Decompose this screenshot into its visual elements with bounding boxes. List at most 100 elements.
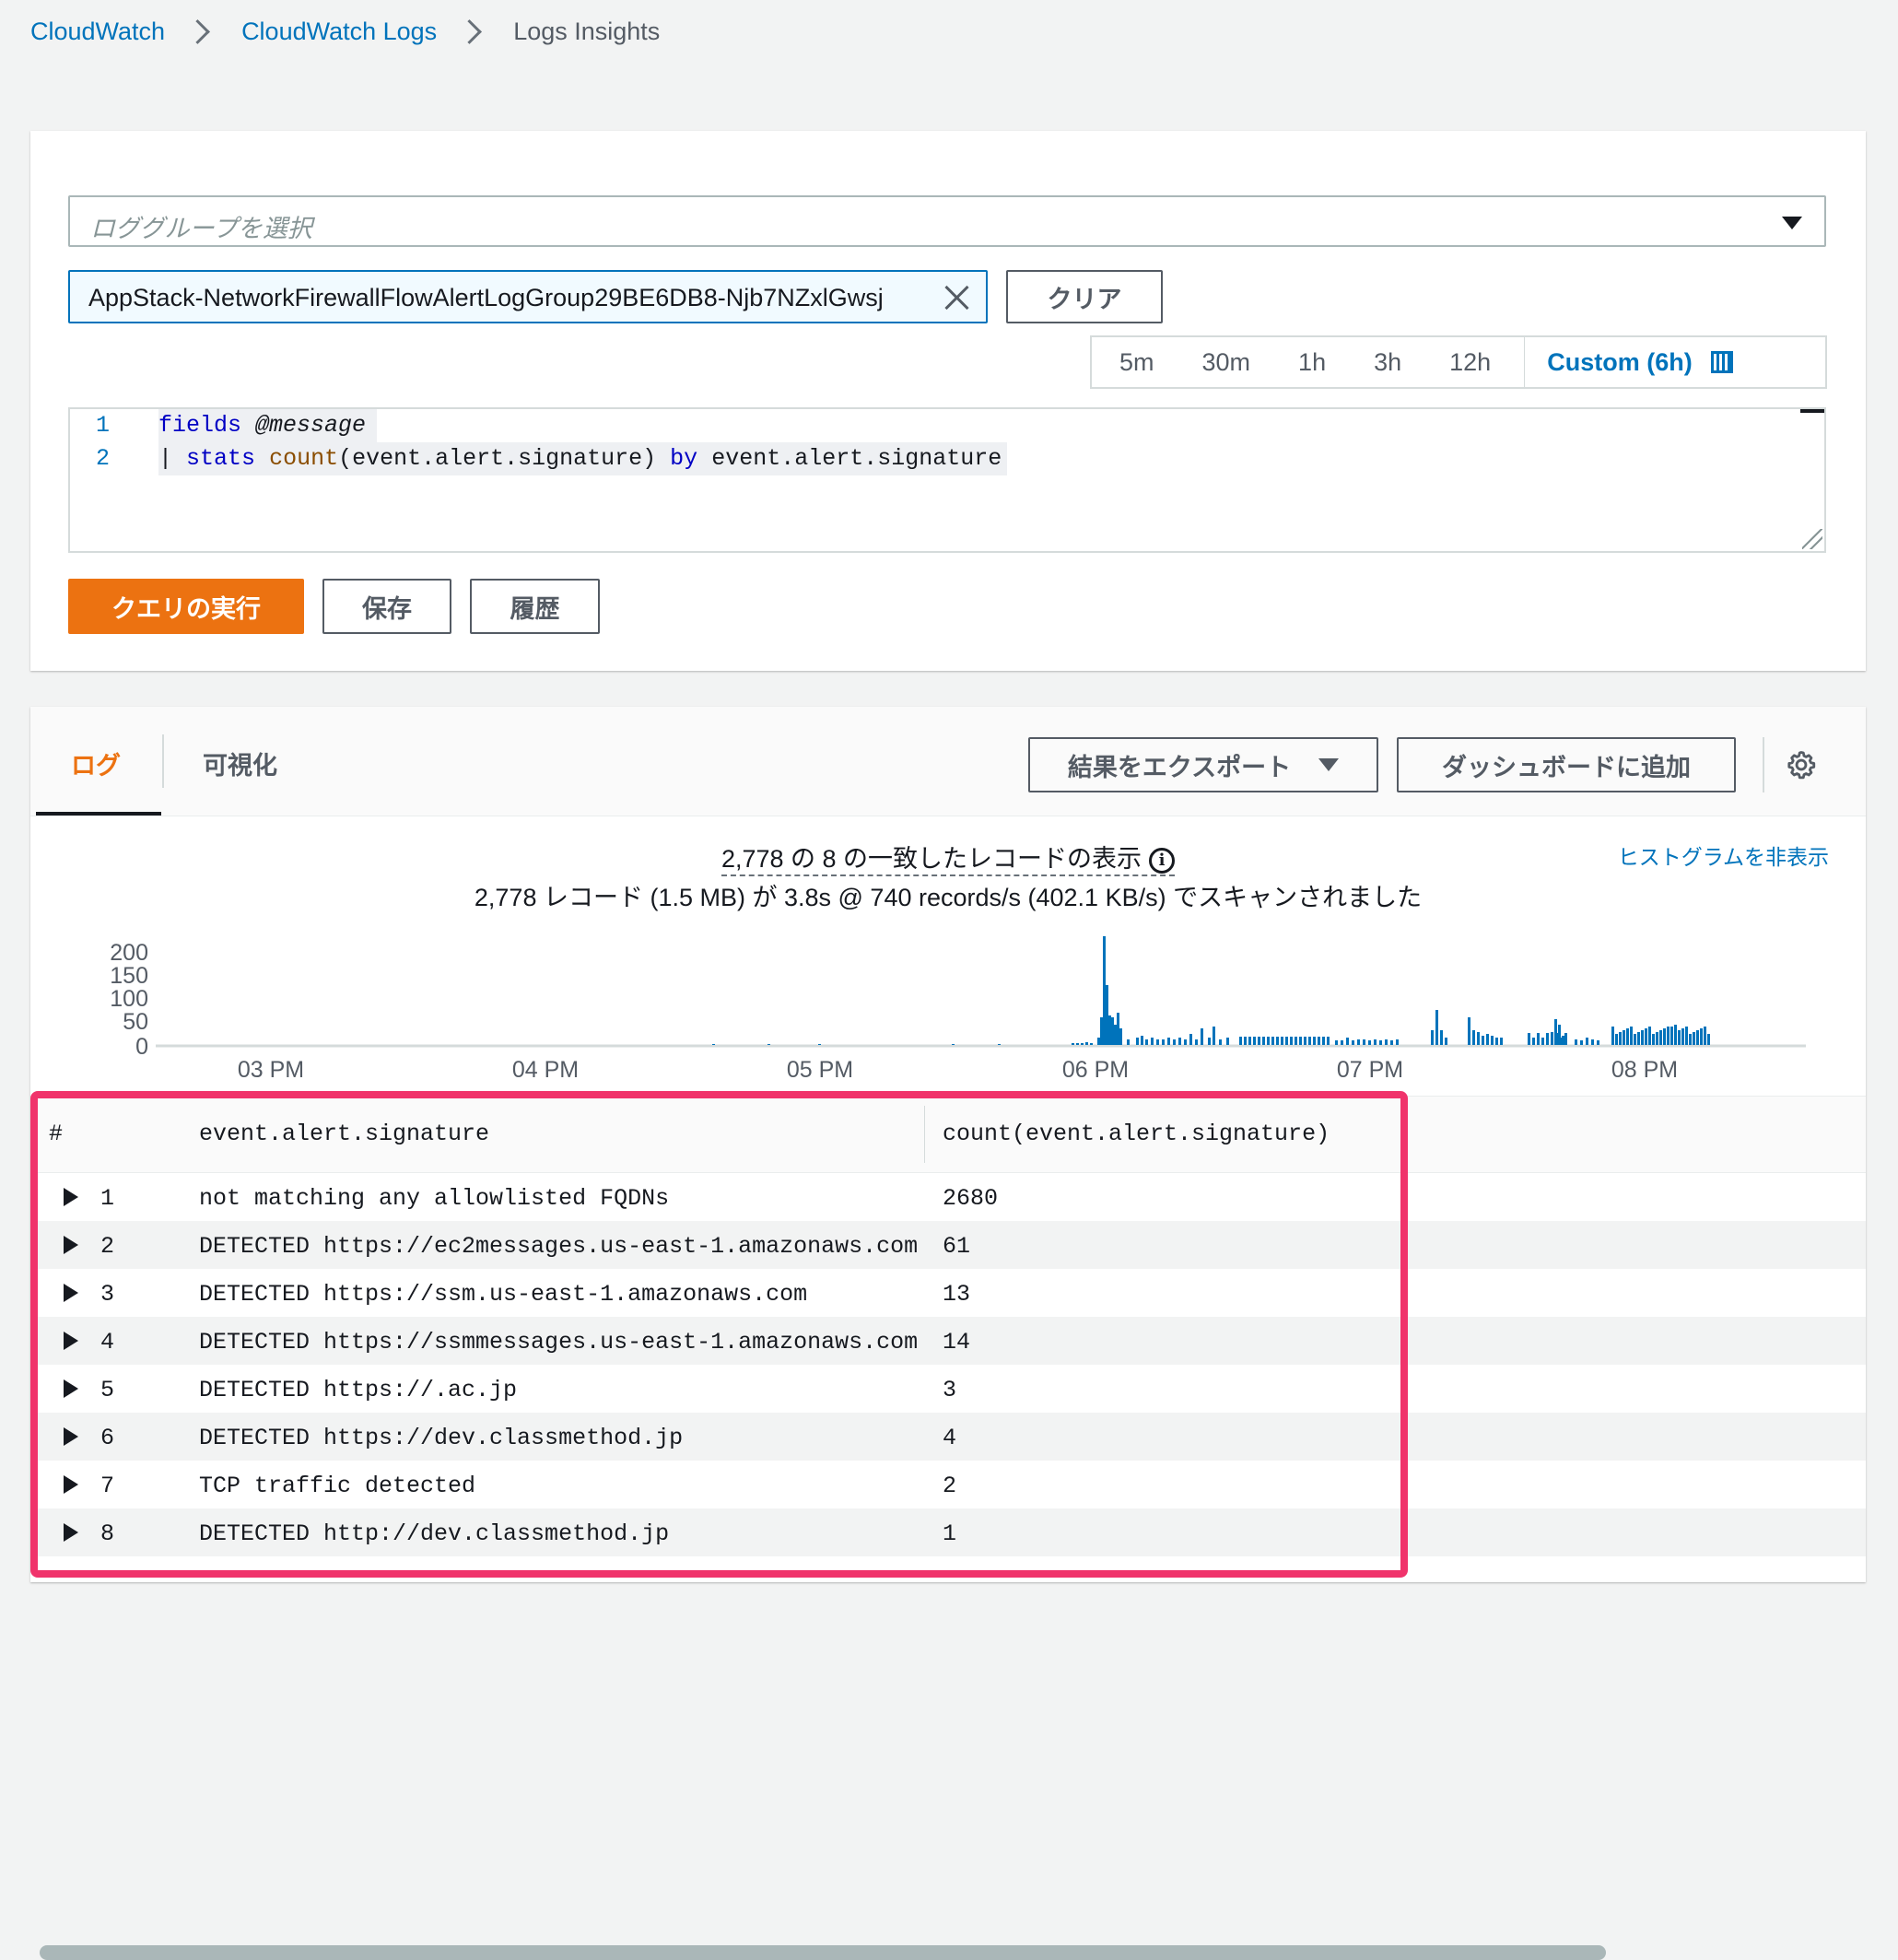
histogram-bar <box>1554 1019 1557 1045</box>
histogram-bar <box>1136 1038 1139 1045</box>
histogram-bar <box>1097 1038 1100 1045</box>
row-index: 1 <box>100 1185 115 1212</box>
export-results-button[interactable]: 結果をエクスポート <box>1028 737 1378 792</box>
histogram-bar <box>1390 1040 1393 1045</box>
histogram-bar <box>1299 1037 1302 1045</box>
expand-row-icon[interactable] <box>64 1188 78 1206</box>
resize-handle-icon[interactable] <box>1802 529 1822 549</box>
close-icon[interactable] <box>942 282 973 313</box>
tab-logs[interactable]: ログ <box>36 707 161 816</box>
gear-icon[interactable] <box>1786 749 1817 780</box>
histogram-bar <box>1440 1030 1443 1045</box>
expand-row-icon[interactable] <box>64 1379 78 1398</box>
history-button[interactable]: 履歴 <box>470 579 600 634</box>
horizontal-scrollbar[interactable] <box>40 1945 1606 1960</box>
histogram-bar <box>1357 1039 1360 1045</box>
histogram-bar <box>1704 1027 1706 1045</box>
histogram-bar <box>952 1044 955 1045</box>
histogram-bar <box>1532 1038 1535 1045</box>
histogram-bar <box>1318 1037 1320 1045</box>
log-group-select[interactable]: ロググループを選択 <box>68 195 1826 247</box>
row-count: 61 <box>943 1233 971 1260</box>
calendar-icon[interactable] <box>1710 351 1733 373</box>
table-row[interactable]: 5 DETECTED https://.ac.jp 3 <box>30 1365 1866 1413</box>
table-row[interactable]: 4 DETECTED https://ssmmessages.us-east-1.… <box>30 1317 1866 1365</box>
histogram-bar <box>1322 1037 1325 1045</box>
histogram-bar <box>1385 1039 1388 1045</box>
histogram-bar <box>1100 1017 1103 1045</box>
line-number-2: 2 <box>96 445 111 472</box>
tab-visualization[interactable]: 可視化 <box>203 745 277 781</box>
column-header-count[interactable]: count(event.alert.signature) <box>943 1121 1330 1147</box>
time-range-12h[interactable]: 12h <box>1449 348 1491 377</box>
histogram-bar <box>1271 1037 1274 1045</box>
clear-button[interactable]: クリア <box>1006 270 1163 323</box>
histogram-bar <box>1103 936 1106 1045</box>
expand-row-icon[interactable] <box>64 1475 78 1494</box>
histogram-bar <box>1346 1038 1349 1045</box>
expand-row-icon[interactable] <box>64 1427 78 1446</box>
row-signature: DETECTED https://ec2messages.us-east-1.a… <box>199 1233 919 1260</box>
toolbar-divider <box>1763 737 1764 792</box>
histogram-bar <box>1667 1028 1670 1045</box>
histogram-bar <box>1276 1037 1279 1045</box>
table-row[interactable]: 2 DETECTED https://ec2messages.us-east-1.… <box>30 1221 1866 1269</box>
histogram-bar <box>1431 1030 1434 1045</box>
x-tick-08pm: 08 PM <box>1611 1057 1678 1080</box>
histogram-bar <box>1145 1039 1148 1045</box>
time-range-3h[interactable]: 3h <box>1374 348 1401 377</box>
editor-line-2[interactable]: | stats count(event.alert.signature) by … <box>158 442 1008 475</box>
histogram-bar <box>1652 1034 1655 1045</box>
save-button[interactable]: 保存 <box>322 579 451 634</box>
table-row[interactable]: 6 DETECTED https://dev.classmethod.jp 4 <box>30 1413 1866 1461</box>
caret-down-icon[interactable] <box>1782 217 1802 229</box>
table-row[interactable]: 8 DETECTED http://dev.classmethod.jp 1 <box>30 1508 1866 1556</box>
breadcrumb-cloudwatch-logs[interactable]: CloudWatch Logs <box>241 18 437 46</box>
time-range-1h[interactable]: 1h <box>1298 348 1326 377</box>
histogram-bar <box>1090 1043 1093 1045</box>
table-row[interactable]: 1 not matching any allowlisted FQDNs 2680 <box>30 1173 1866 1221</box>
histogram-bar <box>1637 1032 1640 1045</box>
time-range-divider <box>1524 337 1526 387</box>
column-header-signature[interactable]: event.alert.signature <box>199 1121 489 1147</box>
breadcrumb-cloudwatch[interactable]: CloudWatch <box>30 18 165 46</box>
time-range-30m[interactable]: 30m <box>1202 348 1251 377</box>
histogram-bar <box>1178 1038 1181 1045</box>
histogram-bar <box>1689 1034 1692 1045</box>
histogram-bar <box>1495 1038 1498 1045</box>
query-editor[interactable]: 1 2 fields @message | stats count(event.… <box>68 407 1826 553</box>
editor-scrollbar[interactable] <box>1800 409 1824 413</box>
row-signature: not matching any allowlisted FQDNs <box>199 1185 670 1212</box>
time-range-custom[interactable]: Custom (6h) <box>1547 348 1693 377</box>
histogram-bar <box>1119 1028 1122 1045</box>
table-row[interactable]: 3 DETECTED https://ssm.us-east-1.amazonaw… <box>30 1269 1866 1317</box>
time-range-5m[interactable]: 5m <box>1119 348 1154 377</box>
info-icon[interactable]: i <box>1149 847 1176 874</box>
histogram-bar <box>1685 1027 1688 1045</box>
add-to-dashboard-button[interactable]: ダッシュボードに追加 <box>1397 737 1736 792</box>
table-row[interactable]: 7 TCP traffic detected 2 <box>30 1461 1866 1508</box>
histogram-bar <box>1575 1039 1577 1045</box>
histogram-bar <box>1659 1030 1662 1045</box>
tab-active-indicator <box>36 812 161 816</box>
group-by-field: event.alert.signature <box>711 445 1002 472</box>
editor-line-1[interactable]: fields @message <box>158 409 378 442</box>
expand-row-icon[interactable] <box>64 1284 78 1302</box>
histogram-bar <box>1564 1033 1567 1045</box>
y-tick-150: 150 <box>110 963 148 989</box>
run-query-button[interactable]: クエリの実行 <box>68 579 304 634</box>
histogram-bar <box>1472 1030 1475 1045</box>
expand-row-icon[interactable] <box>64 1523 78 1542</box>
tab-divider <box>162 734 164 788</box>
histogram-bar <box>1477 1032 1480 1045</box>
expand-row-icon[interactable] <box>64 1236 78 1254</box>
histogram-bar <box>1108 1015 1111 1045</box>
expand-row-icon[interactable] <box>64 1332 78 1350</box>
query-panel: ロググループを選択 AppStack-NetworkFirewallFlowAl… <box>30 131 1866 671</box>
export-results-label: 結果をエクスポート <box>1067 753 1292 781</box>
hide-histogram-link[interactable]: ヒストグラムを非表示 <box>1618 839 1829 871</box>
count-argument: (event.alert.signature) <box>338 445 657 472</box>
histogram-bar <box>1656 1032 1658 1045</box>
histogram-bar <box>1262 1037 1265 1045</box>
row-index: 3 <box>100 1281 115 1308</box>
